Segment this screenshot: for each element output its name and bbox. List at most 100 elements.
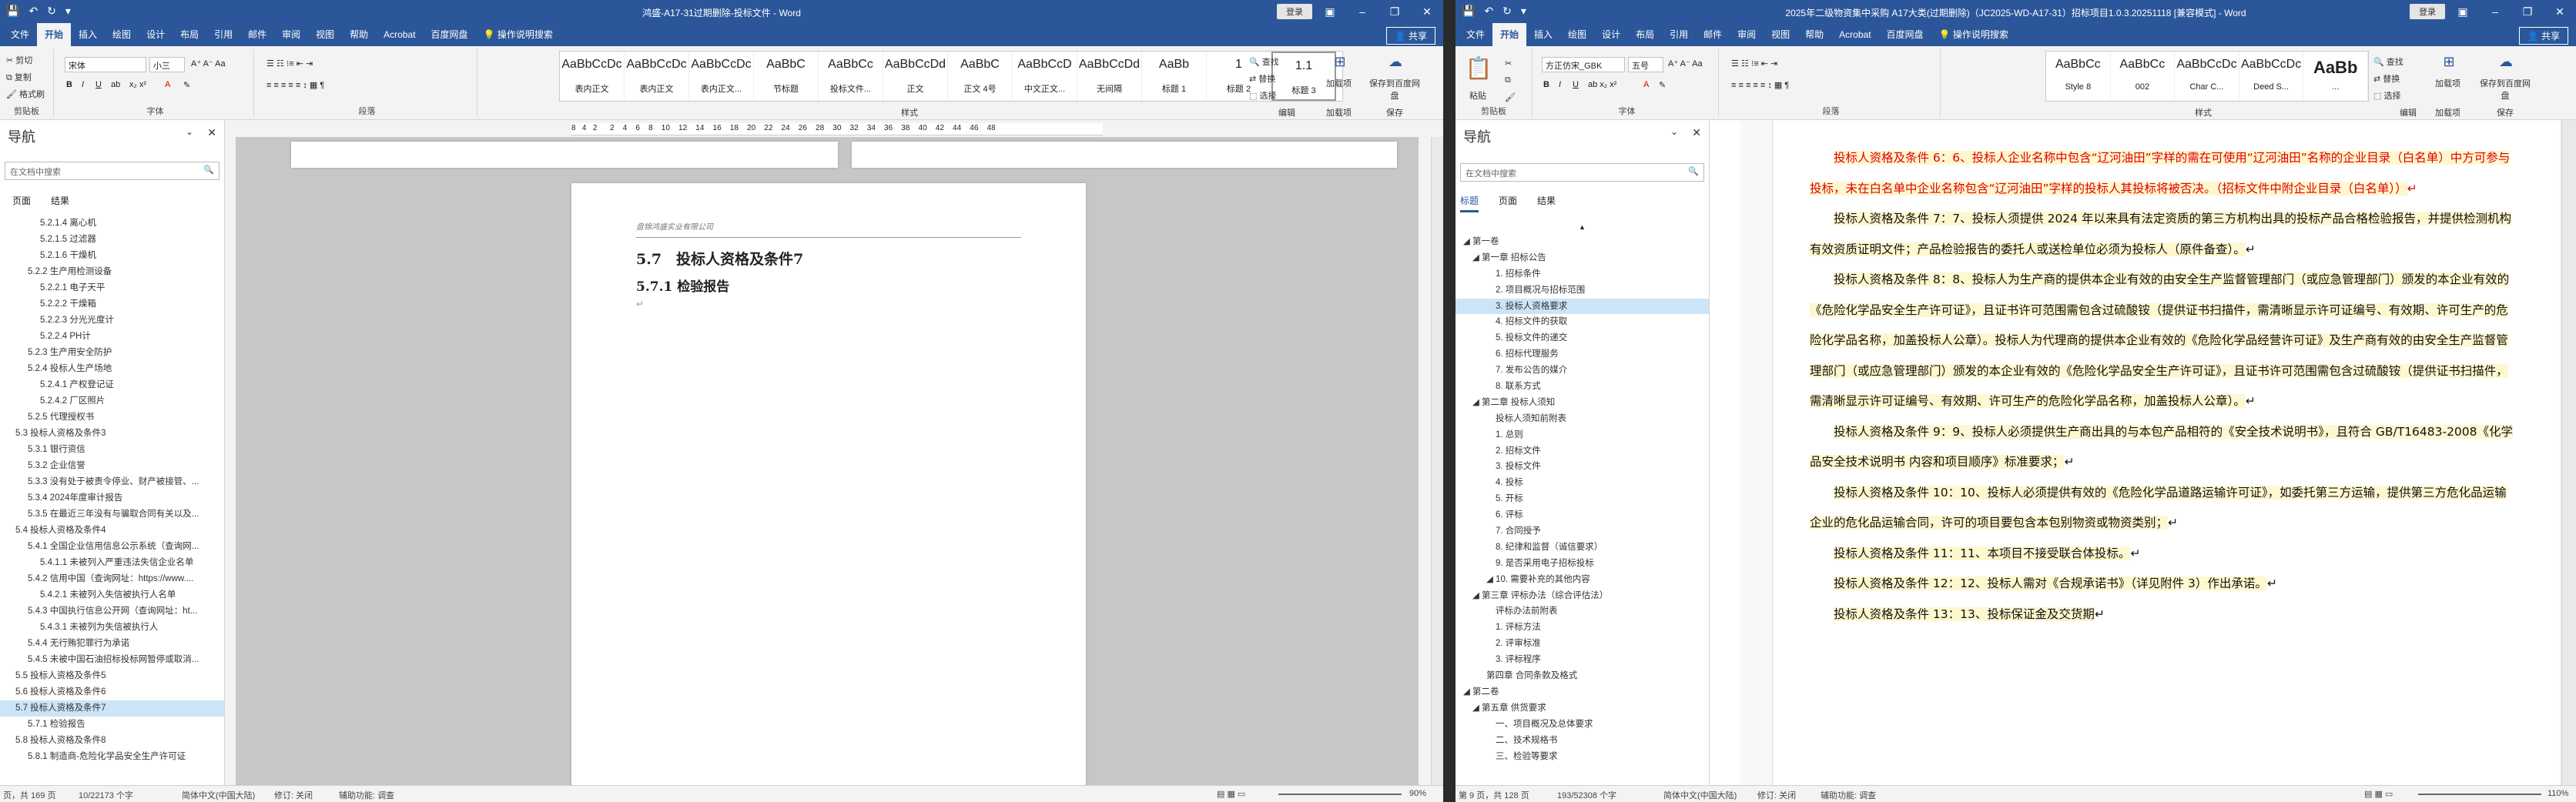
tab-insert[interactable]: 插入 (1526, 23, 1560, 46)
nav-heading-item[interactable]: 5.4.3 中国执行信息公开网（查询网址：ht... (0, 603, 224, 620)
style-item[interactable]: AaBbCcDd 无间隔 (1077, 52, 1142, 101)
status-language[interactable]: 简体中文(中国大陆) (1663, 789, 1737, 801)
nav-heading-item[interactable]: 6. 招标代理服务 (1455, 346, 1709, 363)
nav-heading-item[interactable]: ◢ 第三章 评标办法（综合评估法） (1455, 588, 1709, 604)
tab-references[interactable]: 引用 (206, 23, 240, 46)
font-color-icon[interactable]: A (1643, 80, 1649, 89)
tab-draw[interactable]: 绘图 (105, 23, 139, 46)
tab-baidu[interactable]: 百度网盘 (424, 23, 476, 46)
select-button[interactable]: ⬚ 选择 (2373, 89, 2400, 102)
nav-heading-item[interactable]: 2. 项目概况与招标范围 (1455, 282, 1709, 299)
nav-heading-item[interactable]: 评标办法前附表 (1455, 603, 1709, 620)
addins-icon[interactable]: ⊞ (2434, 54, 2464, 70)
tab-acrobat[interactable]: Acrobat (376, 23, 423, 46)
tab-view[interactable]: 视图 (308, 23, 342, 46)
zoom-slider[interactable] (2418, 794, 2541, 795)
vertical-ruler[interactable] (1740, 120, 1773, 785)
cut-button[interactable]: ✂ 剪切 (6, 54, 32, 66)
nav-heading-item[interactable]: 第四章 合同条款及格式 (1455, 668, 1709, 684)
nav-heading-item[interactable]: 5.2.1.5 过滤器 (0, 232, 224, 248)
status-page[interactable]: 页，共 169 页 (3, 789, 55, 801)
nav-heading-item[interactable]: 1. 招标条件 (1455, 266, 1709, 282)
font-name-box[interactable]: 方正仿宋_GBK (1542, 57, 1625, 72)
collapse-icon[interactable]: ◢ (1472, 591, 1482, 600)
restore-icon[interactable]: ❐ (1378, 0, 1411, 23)
ribbon-display-icon[interactable]: ▣ (1314, 0, 1346, 23)
tab-draw[interactable]: 绘图 (1560, 23, 1594, 46)
strikethrough-icon[interactable]: ab x₂ x² (1588, 80, 1616, 89)
nav-heading-item[interactable]: 8. 联系方式 (1455, 379, 1709, 395)
nav-heading-item-selected[interactable]: 5.7 投标人资格及条件7 (0, 700, 224, 717)
nav-heading-item[interactable]: 5.6 投标人资格及条件6 (0, 684, 224, 700)
nav-heading-item[interactable]: 二、技术规格书 (1455, 733, 1709, 749)
grow-font-icon[interactable]: A⁺ A⁻ Aa (191, 58, 226, 69)
nav-heading-item[interactable]: 5.2.5 代理授权书 (0, 409, 224, 426)
nav-heading-item[interactable]: 5.2.2.1 电子天平 (0, 280, 224, 296)
nav-heading-item[interactable]: 5.2.4.1 产权登记证 (0, 377, 224, 393)
vertical-scrollbar[interactable] (1431, 137, 1443, 785)
nav-heading-item-selected[interactable]: 3. 投标人资格要求 (1455, 298, 1709, 315)
nav-heading-item[interactable]: ◢ 第一卷 (1455, 234, 1709, 250)
copy-icon[interactable]: ⧉ (1505, 75, 1511, 85)
find-button[interactable]: 🔍 查找 (2373, 55, 2403, 68)
nav-heading-item[interactable]: ◢ 第五章 供货要求 (1455, 700, 1709, 717)
nav-heading-item[interactable]: 5.4.4 无行贿犯罪行为承诺 (0, 636, 224, 652)
view-mode-icons[interactable]: ▤ ▦ ▭ (2364, 789, 2393, 799)
style-item[interactable]: AaBbCc 002 (2111, 52, 2176, 101)
document-body[interactable]: 投标人资格及条件 6：6、投标人企业名称中包含“辽河油田”字样的需在可使用“辽河… (1810, 143, 2518, 630)
nav-heading-item[interactable]: 4. 招标文件的获取 (1455, 314, 1709, 330)
italic-icon[interactable]: I (82, 80, 84, 89)
nav-heading-item[interactable]: 一、项目概况及总体要求 (1455, 717, 1709, 733)
underline-icon[interactable]: U (1573, 80, 1579, 89)
tab-insert[interactable]: 插入 (71, 23, 105, 46)
nav-heading-item[interactable]: ◢ 第二卷 (1455, 684, 1709, 700)
nav-heading-item[interactable]: 5.4.1 全国企业信用信息公示系统（查询网... (0, 539, 224, 555)
highlight-icon[interactable]: ✎ (183, 80, 190, 90)
nav-heading-item[interactable]: 三、检验等要求 (1455, 749, 1709, 765)
select-button[interactable]: ⬚ 选择 (1249, 89, 1276, 102)
chevron-down-icon[interactable]: ⌄ (186, 126, 193, 137)
nav-heading-item[interactable]: 9. 是否采用电子招标投标 (1455, 556, 1709, 572)
grow-font-icon[interactable]: A⁺ A⁻ Aa (1668, 58, 1703, 69)
nav-heading-item[interactable]: 7. 发布公告的媒介 (1455, 363, 1709, 379)
nav-heading-item[interactable]: ◢ 10. 需要补充的其他内容 (1455, 572, 1709, 588)
collapse-icon[interactable]: ◢ (1486, 575, 1496, 584)
share-button[interactable]: 👤 共享 (1385, 27, 1435, 45)
tab-layout[interactable]: 布局 (1628, 23, 1662, 46)
tab-layout[interactable]: 布局 (173, 23, 206, 46)
align-icons[interactable]: ≡ ≡ ≡ ≡ ≡ ↕ ▦ ¶ (1731, 80, 1789, 90)
style-item[interactable]: AaBbCcDc Char C... (2175, 52, 2239, 101)
nav-heading-item[interactable]: 5.8 投标人资格及条件8 (0, 733, 224, 749)
nav-tab-results[interactable]: 结果 (1537, 194, 1556, 212)
style-item[interactable]: AaBb 标题 1 (1142, 52, 1207, 101)
replace-button[interactable]: ⇄ 替换 (2373, 72, 2400, 85)
collapse-icon[interactable]: ◢ (1472, 253, 1482, 262)
status-page[interactable]: 第 9 页，共 128 页 (1459, 789, 1529, 801)
nav-heading-item[interactable]: 1. 评标方法 (1455, 620, 1709, 636)
nav-heading-item[interactable]: 5.4.2.1 未被列入失信被执行人名单 (0, 587, 224, 603)
collapse-icon[interactable]: ◢ (1463, 687, 1472, 697)
nav-heading-item[interactable]: 5.4 投标人资格及条件4 (0, 523, 224, 539)
collapse-icon[interactable]: ◢ (1472, 398, 1482, 407)
copy-button[interactable]: ⧉ 复制 (6, 71, 32, 83)
nav-heading-item[interactable]: 5.3.5 在最近三年没有与骗取合同有关以及... (0, 506, 224, 523)
subscript-icon[interactable]: x₂ x² (129, 80, 146, 89)
strikethrough-icon[interactable]: ab (111, 80, 120, 89)
save-icon[interactable]: 💾 (1462, 5, 1475, 18)
baidu-cloud-icon[interactable]: ☁ (1372, 54, 1419, 70)
document-area[interactable]: 盘锦鸿盛实业有限公司 5.7 投标人资格及条件7 5.7.1 检验报告 ↵ (236, 137, 1419, 785)
nav-heading-item[interactable]: 5.2.2.3 分光光度计 (0, 312, 224, 329)
nav-heading-item[interactable]: 6. 评标 (1455, 507, 1709, 523)
scroll-up-icon[interactable]: ▲ (1579, 223, 1586, 231)
nav-heading-item[interactable]: 5. 投标文件的递交 (1455, 330, 1709, 346)
nav-heading-item[interactable]: 3. 投标文件 (1455, 459, 1709, 475)
nav-heading-item[interactable]: 5.2.1.4 离心机 (0, 216, 224, 232)
nav-heading-item[interactable]: 5.3.2 企业信誉 (0, 458, 224, 474)
login-button[interactable]: 登录 (2410, 4, 2445, 19)
nav-heading-item[interactable]: 投标人须知前附表 (1455, 411, 1709, 427)
zoom-level[interactable]: 90% (1409, 789, 1426, 798)
nav-search-input[interactable]: 在文档中搜索 🔍 (1460, 163, 1704, 182)
zoom-slider[interactable] (1278, 794, 1402, 795)
status-track-changes[interactable]: 修订: 关闭 (1757, 789, 1796, 801)
nav-heading-item[interactable]: 5.3.1 银行资信 (0, 442, 224, 458)
